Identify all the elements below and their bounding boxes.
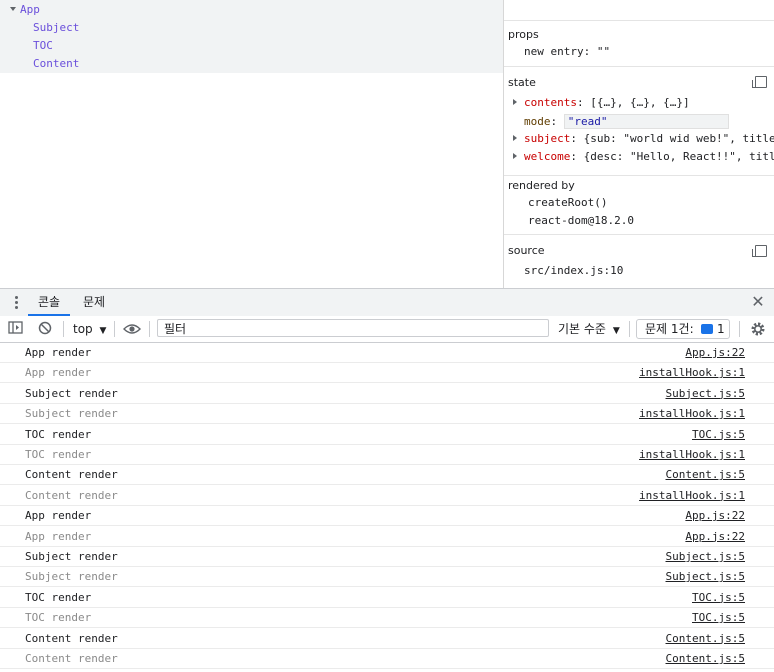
log-entry: Subject render Subject.js:5 bbox=[0, 547, 774, 567]
log-entry: Content render Content.js:5 bbox=[0, 649, 774, 669]
log-entry: TOC render installHook.js:1 bbox=[0, 445, 774, 465]
toolbar-separator bbox=[149, 321, 150, 337]
tree-node-content[interactable]: Content bbox=[33, 55, 79, 73]
log-message: TOC render bbox=[25, 448, 92, 461]
state-row-welcome[interactable]: welcome: {desc: "Hello, React!!", title… bbox=[524, 150, 774, 163]
log-entry: App render App.js:22 bbox=[0, 506, 774, 527]
log-entry: App render App.js:22 bbox=[0, 343, 774, 363]
log-source-link[interactable]: App.js:22 bbox=[685, 509, 745, 522]
log-entry: Subject render installHook.js:1 bbox=[0, 404, 774, 425]
log-source-link[interactable]: installHook.js:1 bbox=[639, 448, 745, 461]
rendered-by-item: react-dom@18.2.0 bbox=[528, 214, 634, 227]
tab-issues[interactable]: 문제 bbox=[83, 289, 105, 316]
log-message: Content render bbox=[25, 631, 118, 645]
log-entry: Content render Content.js:5 bbox=[0, 629, 774, 649]
log-source-link[interactable]: App.js:22 bbox=[685, 346, 745, 359]
log-message: TOC render bbox=[25, 611, 92, 625]
props-new-entry[interactable]: new entry: "" bbox=[524, 45, 610, 58]
component-tree: App Subject TOC Content bbox=[0, 0, 504, 288]
tab-console[interactable]: 콘솔 bbox=[38, 289, 60, 316]
log-message: Content render bbox=[25, 468, 118, 482]
log-source-link[interactable]: Content.js:5 bbox=[666, 652, 745, 665]
log-entry: TOC render TOC.js:5 bbox=[0, 588, 774, 608]
log-message: App render bbox=[25, 366, 92, 380]
tree-node-app[interactable]: App bbox=[20, 1, 40, 19]
devtools-top-pane: App Subject TOC Content props new entry:… bbox=[0, 0, 774, 288]
drawer-tab-bar: 콘솔 문제 ✕ bbox=[0, 288, 774, 317]
copy-icon[interactable] bbox=[752, 245, 767, 257]
props-title: props bbox=[508, 28, 539, 41]
log-entry: Subject render Subject.js:5 bbox=[0, 384, 774, 404]
log-source-link[interactable]: TOC.js:5 bbox=[692, 611, 745, 624]
state-row-mode[interactable]: mode: "read" bbox=[524, 114, 729, 129]
mode-edit-field[interactable]: "read" bbox=[563, 114, 729, 129]
console-log: App render App.js:22 App render installHook… bbox=[0, 343, 774, 672]
log-source-link[interactable]: Content.js:5 bbox=[666, 632, 745, 645]
log-source-link[interactable]: TOC.js:5 bbox=[692, 428, 745, 441]
toolbar-separator bbox=[63, 321, 64, 337]
log-message: Content render bbox=[25, 488, 118, 502]
issue-message-icon bbox=[701, 324, 713, 334]
log-source-link[interactable]: Subject.js:5 bbox=[666, 387, 745, 400]
filter-input[interactable]: 필터 bbox=[157, 319, 549, 337]
log-source-link[interactable]: Subject.js:5 bbox=[666, 550, 745, 563]
log-entry: App render App.js:22 bbox=[0, 527, 774, 547]
source-title: source bbox=[508, 244, 545, 257]
expand-arrow-icon[interactable] bbox=[513, 135, 517, 141]
log-entry: TOC render TOC.js:5 bbox=[0, 608, 774, 629]
state-row-subject[interactable]: subject: {sub: "world wid web!", title:… bbox=[524, 132, 774, 145]
log-entry: TOC render TOC.js:5 bbox=[0, 425, 774, 445]
log-entry: Content render installHook.js:1 bbox=[0, 486, 774, 506]
close-icon[interactable]: ✕ bbox=[750, 294, 766, 310]
rendered-by-section: rendered by createRoot() react-dom@18.2.… bbox=[504, 175, 774, 234]
log-message: App render bbox=[25, 529, 92, 543]
tree-node-subject[interactable]: Subject bbox=[33, 19, 79, 37]
rendered-by-item: createRoot() bbox=[528, 196, 608, 209]
log-levels-dropdown[interactable]: 기본 수준 ▼ bbox=[558, 316, 620, 342]
state-section: state contents: [{…}, {…}, {…}] mode: "r… bbox=[504, 66, 774, 175]
log-message: Content render bbox=[25, 652, 118, 665]
source-location[interactable]: src/index.js:10 bbox=[524, 264, 623, 277]
log-entry: Subject render Subject.js:5 bbox=[0, 567, 774, 588]
toolbar-separator bbox=[739, 321, 740, 337]
console-toolbar: top ▼ 필터 기본 수준 ▼ 문제 1건: 1 bbox=[0, 316, 774, 343]
context-selector[interactable]: top ▼ bbox=[73, 316, 106, 342]
expand-caret-icon[interactable] bbox=[10, 7, 16, 11]
tree-selected-row[interactable] bbox=[0, 0, 503, 20]
props-section: props new entry: "" bbox=[504, 20, 774, 66]
expand-arrow-icon[interactable] bbox=[513, 99, 517, 105]
log-source-link[interactable]: installHook.js:1 bbox=[639, 366, 745, 379]
log-message: Subject render bbox=[25, 550, 118, 563]
log-source-link[interactable]: installHook.js:1 bbox=[639, 407, 745, 420]
expand-arrow-icon[interactable] bbox=[513, 153, 517, 159]
log-message: Subject render bbox=[25, 386, 118, 400]
toolbar-separator bbox=[629, 321, 630, 337]
source-section: source src/index.js:10 bbox=[504, 234, 774, 289]
state-row-contents[interactable]: contents: [{…}, {…}, {…}] bbox=[524, 96, 690, 109]
tree-node-toc[interactable]: TOC bbox=[33, 37, 53, 55]
issues-button[interactable]: 문제 1건: 1 bbox=[636, 319, 730, 339]
more-options-icon[interactable] bbox=[15, 296, 18, 310]
dropdown-arrow-icon: ▼ bbox=[99, 326, 107, 336]
log-source-link[interactable]: installHook.js:1 bbox=[639, 489, 745, 502]
log-message: App render bbox=[25, 346, 92, 359]
log-source-link[interactable]: Subject.js:5 bbox=[666, 570, 745, 583]
state-title: state bbox=[508, 76, 536, 89]
log-entry: Content render Content.js:5 bbox=[0, 465, 774, 486]
inspector-panel: props new entry: "" state contents: [{…}… bbox=[504, 0, 774, 288]
rendered-by-title: rendered by bbox=[508, 179, 575, 192]
log-message: TOC render bbox=[25, 427, 92, 441]
log-message: App render bbox=[25, 509, 92, 523]
copy-icon[interactable] bbox=[752, 76, 767, 88]
log-source-link[interactable]: TOC.js:5 bbox=[692, 591, 745, 604]
log-message: Subject render bbox=[25, 570, 118, 584]
log-source-link[interactable]: App.js:22 bbox=[685, 530, 745, 543]
dropdown-arrow-icon: ▼ bbox=[612, 326, 620, 336]
log-entry: App render installHook.js:1 bbox=[0, 363, 774, 384]
log-message: Subject render bbox=[25, 407, 118, 421]
log-source-link[interactable]: Content.js:5 bbox=[666, 468, 745, 481]
log-message: TOC render bbox=[25, 590, 92, 604]
toolbar-separator bbox=[114, 321, 115, 337]
